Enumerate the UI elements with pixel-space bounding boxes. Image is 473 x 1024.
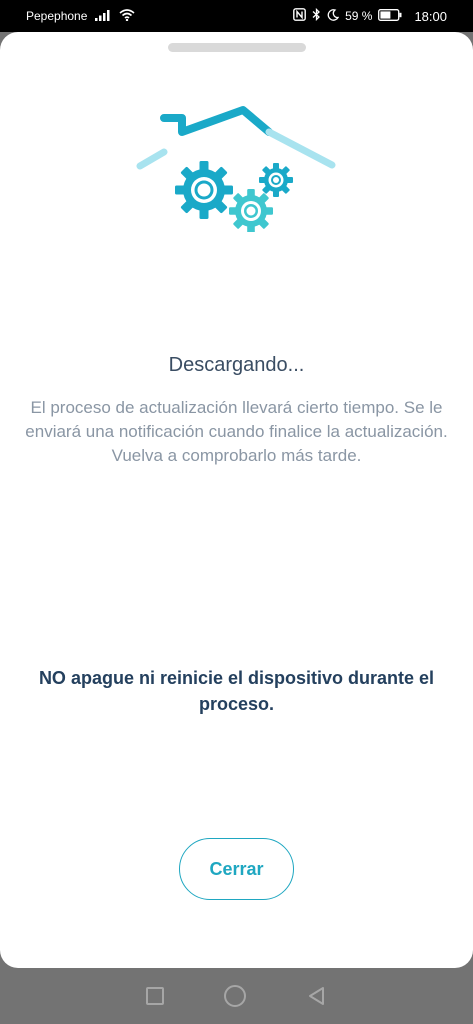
warning-message: NO apague ni reinicie el dispositivo dur… xyxy=(38,668,435,714)
recent-apps-button[interactable] xyxy=(145,987,164,1005)
carrier-name: Pepephone xyxy=(26,9,88,23)
dialog-message: El proceso de actualización llevará cier… xyxy=(25,398,448,465)
bluetooth-icon xyxy=(312,7,321,24)
signal-icon xyxy=(95,9,111,24)
close-button[interactable]: Cerrar xyxy=(179,838,294,900)
home-button[interactable] xyxy=(223,985,246,1007)
drag-handle[interactable] xyxy=(168,43,306,52)
clock: 18:00 xyxy=(414,8,447,24)
back-button[interactable] xyxy=(306,985,328,1007)
battery-percent: 59 % xyxy=(345,9,373,23)
house-gears-icon xyxy=(136,102,336,237)
moon-icon xyxy=(327,8,340,24)
wifi-icon xyxy=(119,8,135,24)
nfc-icon xyxy=(293,8,306,24)
battery-icon xyxy=(378,8,402,24)
update-dialog: Descargando... El proceso de actualizaci… xyxy=(0,32,473,968)
navigation-bar xyxy=(0,968,473,1024)
status-bar: Pepephone 59 % 18:00 xyxy=(0,0,473,32)
dialog-title: Descargando... xyxy=(168,354,305,376)
